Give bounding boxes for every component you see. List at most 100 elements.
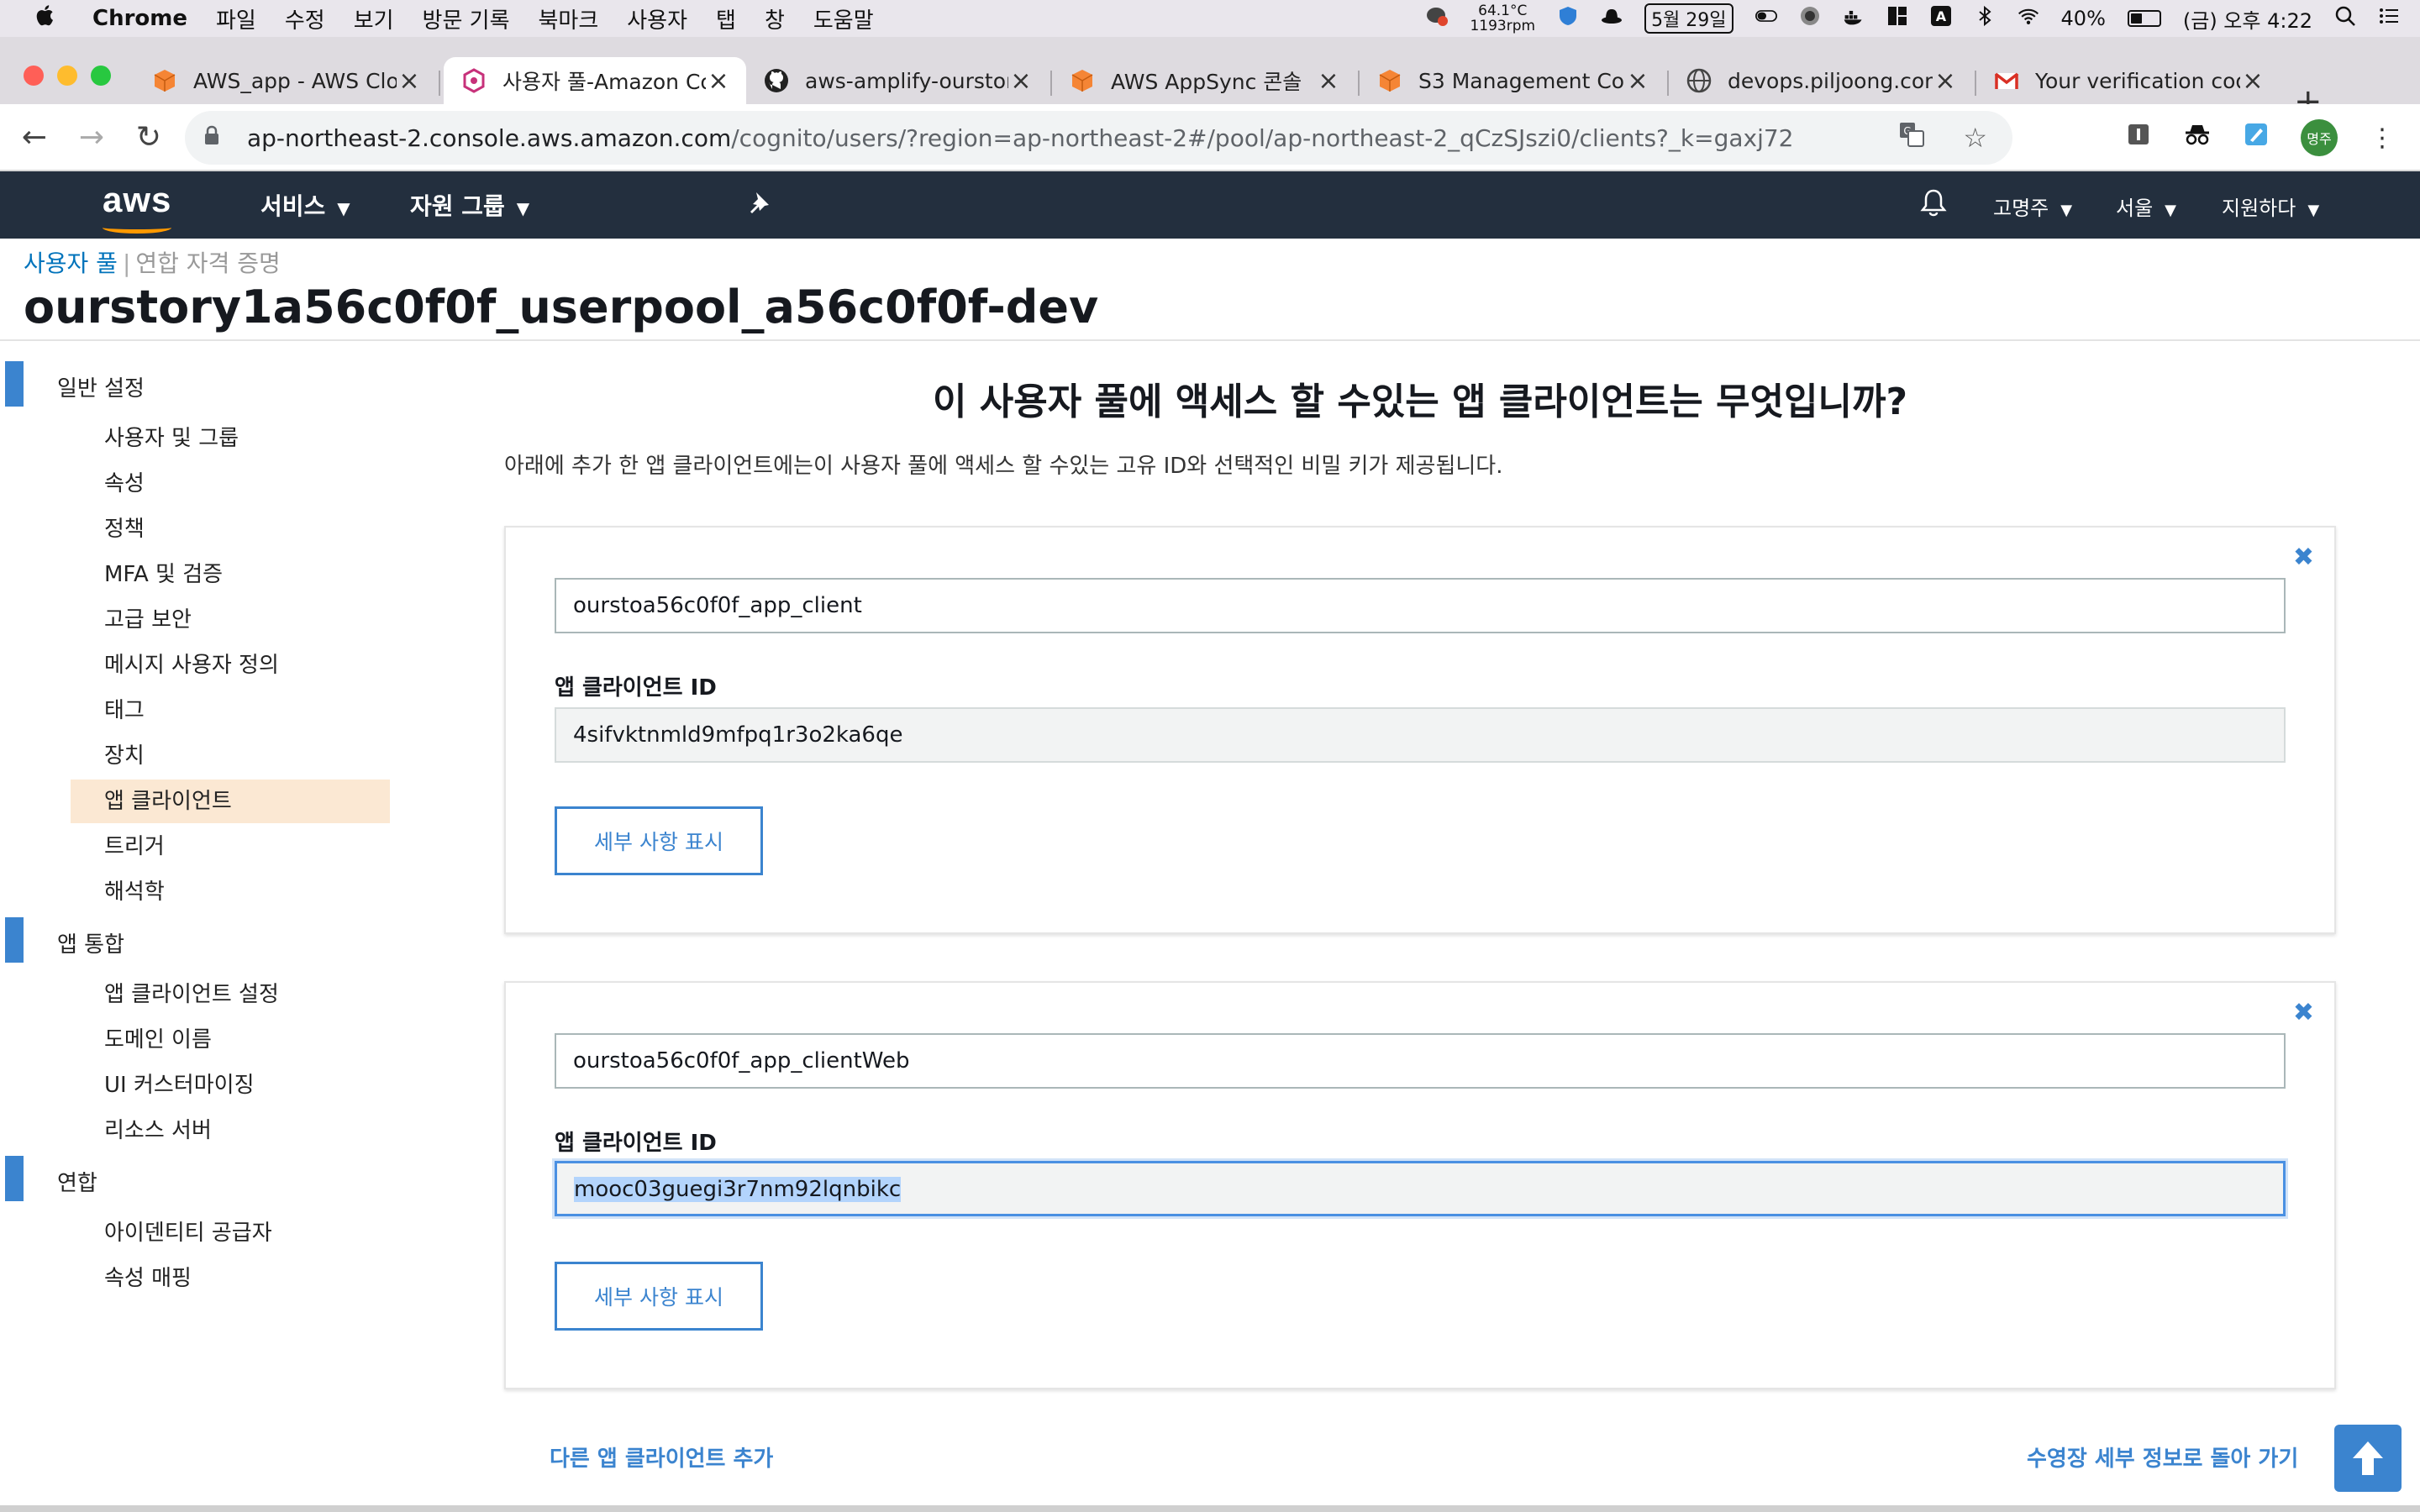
sidebar-item-policies[interactable]: 정책 xyxy=(71,507,390,551)
date-badge[interactable]: 5월 29일 xyxy=(1644,3,1733,34)
tab-title: aws-amplify-ourstory xyxy=(805,68,1008,93)
aws-logo[interactable]: aws xyxy=(103,180,171,234)
show-details-button[interactable]: 세부 사항 표시 xyxy=(555,806,763,875)
sidebar-item-domain-name[interactable]: 도메인 이름 xyxy=(71,1018,390,1062)
tab-close-icon[interactable]: × xyxy=(1008,66,1034,96)
tab-aws-app[interactable]: AWS_app - AWS Cloud × xyxy=(134,57,437,104)
sidebar-item-attribute-mapping[interactable]: 속성 매핑 xyxy=(71,1257,390,1300)
translate-icon[interactable]: G xyxy=(1899,122,1925,154)
browser-menu-icon[interactable]: ⋮ xyxy=(2370,123,2395,153)
tab-close-icon[interactable]: × xyxy=(1933,66,1958,96)
tab-gmail-verification[interactable]: Your verification code × xyxy=(1976,57,2281,104)
return-to-pool-details-link[interactable]: 수영장 세부 정보로 돌아 가기 xyxy=(2027,1441,2298,1473)
breadcrumb-user-pools[interactable]: 사용자 풀 xyxy=(24,249,118,277)
incognito-hat-icon[interactable] xyxy=(1601,5,1623,32)
lock-icon[interactable] xyxy=(203,125,229,150)
toggle-icon[interactable] xyxy=(1754,5,1777,32)
apple-menu-icon[interactable] xyxy=(34,2,67,35)
tab-close-icon[interactable]: × xyxy=(1625,66,1650,96)
app-client-id-field[interactable]: mooc03guegi3r7nm92lqnbikc xyxy=(555,1161,2286,1216)
sidebar-item-tags[interactable]: 태그 xyxy=(71,689,390,732)
notification-bell-icon[interactable] xyxy=(1920,188,1947,223)
menu-window[interactable]: 창 xyxy=(765,3,785,34)
tab-github-repo[interactable]: aws-amplify-ourstory × xyxy=(746,57,1049,104)
region-menu[interactable]: 서울 ▼ xyxy=(2116,192,2176,221)
menu-profiles[interactable]: 사용자 xyxy=(627,3,687,34)
bookmark-star-icon[interactable]: ☆ xyxy=(1963,122,1987,154)
sidebar-item-mfa[interactable]: MFA 및 검증 xyxy=(71,553,390,596)
app-client-name-input[interactable]: ourstoa56c0f0f_app_clientWeb xyxy=(555,1033,2286,1089)
menu-help[interactable]: 도움말 xyxy=(813,3,874,34)
record-icon[interactable] xyxy=(1799,5,1821,32)
forward-arrow-icon[interactable]: → xyxy=(69,120,114,155)
extension-incognito-icon[interactable] xyxy=(2183,122,2212,154)
app-client-name-input[interactable]: ourstoa56c0f0f_app_client xyxy=(555,578,2286,633)
sidebar-item-message-customizations[interactable]: 메시지 사용자 정의 xyxy=(71,643,390,687)
tab-close-icon[interactable]: × xyxy=(1316,66,1341,96)
sidebar-item-identity-providers[interactable]: 아이덴티티 공급자 xyxy=(71,1211,390,1255)
tab-cognito-user-pool[interactable]: 사용자 풀-Amazon Cognito × xyxy=(444,57,746,104)
back-arrow-icon[interactable]: ← xyxy=(12,120,57,155)
account-menu[interactable]: 고명주 ▼ xyxy=(1993,192,2072,221)
tab-devops-site[interactable]: devops.piljoong.com × xyxy=(1669,57,1973,104)
menu-app-name[interactable]: Chrome xyxy=(92,6,187,31)
url-bar[interactable]: ap-northeast-2.console.aws.amazon.com/co… xyxy=(185,111,2012,165)
sidebar-item-app-client-settings[interactable]: 앱 클라이언트 설정 xyxy=(71,973,390,1016)
cpu-temp-readout[interactable]: 64.1°C 1193rpm xyxy=(1470,3,1535,34)
resource-groups-menu[interactable]: 자원 그룹 ▼ xyxy=(410,188,529,222)
spotlight-search-icon[interactable] xyxy=(2334,5,2356,32)
tab-close-icon[interactable]: × xyxy=(2240,66,2265,96)
menu-tab[interactable]: 탭 xyxy=(716,3,736,34)
battery-icon[interactable] xyxy=(2127,10,2161,27)
menu-view[interactable]: 보기 xyxy=(354,3,394,34)
menu-bookmarks[interactable]: 북마크 xyxy=(539,3,599,34)
menu-history[interactable]: 방문 기록 xyxy=(423,3,510,34)
window-layout-icon[interactable] xyxy=(1886,5,1908,32)
remove-client-icon[interactable]: ✖ xyxy=(2293,998,2314,1027)
sidebar-item-resource-servers[interactable]: 리소스 서버 xyxy=(71,1109,390,1152)
add-app-client-link[interactable]: 다른 앱 클라이언트 추가 xyxy=(550,1441,773,1473)
notification-center-icon[interactable] xyxy=(2378,5,2400,32)
tab-close-icon[interactable]: × xyxy=(397,66,422,96)
sidebar-section-federation[interactable]: 연합 xyxy=(0,1156,395,1201)
menu-edit[interactable]: 수정 xyxy=(285,3,325,34)
profile-avatar[interactable]: 명주 xyxy=(2301,119,2338,156)
services-menu[interactable]: 서비스 ▼ xyxy=(260,188,350,222)
sidebar-item-attributes[interactable]: 속성 xyxy=(71,462,390,506)
menu-file[interactable]: 파일 xyxy=(216,3,256,34)
tab-s3-console[interactable]: S3 Management Console × xyxy=(1360,57,1665,104)
minimize-window-icon[interactable] xyxy=(57,66,77,86)
sidebar-item-users-groups[interactable]: 사용자 및 그룹 xyxy=(71,417,390,460)
clock[interactable]: (금) 오후 4:22 xyxy=(2183,4,2312,34)
window-bottom-edge xyxy=(0,1505,2420,1512)
sidebar-item-advanced-security[interactable]: 고급 보안 xyxy=(71,598,390,642)
extension-pen-icon[interactable] xyxy=(2244,122,2269,154)
battery-percent[interactable]: 40% xyxy=(2061,7,2106,30)
input-source-icon[interactable]: A xyxy=(1930,5,1952,32)
close-window-icon[interactable] xyxy=(24,66,44,86)
remove-client-icon[interactable]: ✖ xyxy=(2293,543,2314,572)
app-client-id-field[interactable]: 4sifvktnmld9mfpq1r3o2ka6qe xyxy=(555,707,2286,763)
zoom-window-icon[interactable] xyxy=(91,66,111,86)
tab-appsync-console[interactable]: AWS AppSync 콘솔 × xyxy=(1052,57,1356,104)
docker-icon[interactable] xyxy=(1843,5,1865,32)
sidebar-item-triggers[interactable]: 트리거 xyxy=(71,825,390,869)
chat-status-icon[interactable] xyxy=(1426,5,1449,32)
sidebar-item-ui-customization[interactable]: UI 커스터마이징 xyxy=(71,1063,390,1107)
sidebar-section-app-integration[interactable]: 앱 통합 xyxy=(0,917,395,963)
support-menu[interactable]: 지원하다 ▼ xyxy=(2222,192,2319,221)
tab-close-icon[interactable]: × xyxy=(706,66,731,96)
shield-icon[interactable] xyxy=(1557,5,1579,32)
reload-icon[interactable]: ↻ xyxy=(126,120,171,155)
show-details-button[interactable]: 세부 사항 표시 xyxy=(555,1262,763,1331)
extension-reader-icon[interactable] xyxy=(2126,122,2151,154)
pin-icon[interactable] xyxy=(748,190,771,219)
sidebar-item-app-clients[interactable]: 앱 클라이언트 xyxy=(71,780,390,823)
wifi-icon[interactable] xyxy=(2018,5,2039,32)
sidebar-item-analytics[interactable]: 해석학 xyxy=(71,870,390,914)
scroll-to-top-button[interactable] xyxy=(2334,1425,2402,1492)
breadcrumb-federated-identities[interactable]: 연합 자격 증명 xyxy=(135,249,280,277)
sidebar-item-devices[interactable]: 장치 xyxy=(71,734,390,778)
bluetooth-icon[interactable] xyxy=(1974,5,1996,32)
sidebar-section-general[interactable]: 일반 설정 xyxy=(0,361,395,407)
